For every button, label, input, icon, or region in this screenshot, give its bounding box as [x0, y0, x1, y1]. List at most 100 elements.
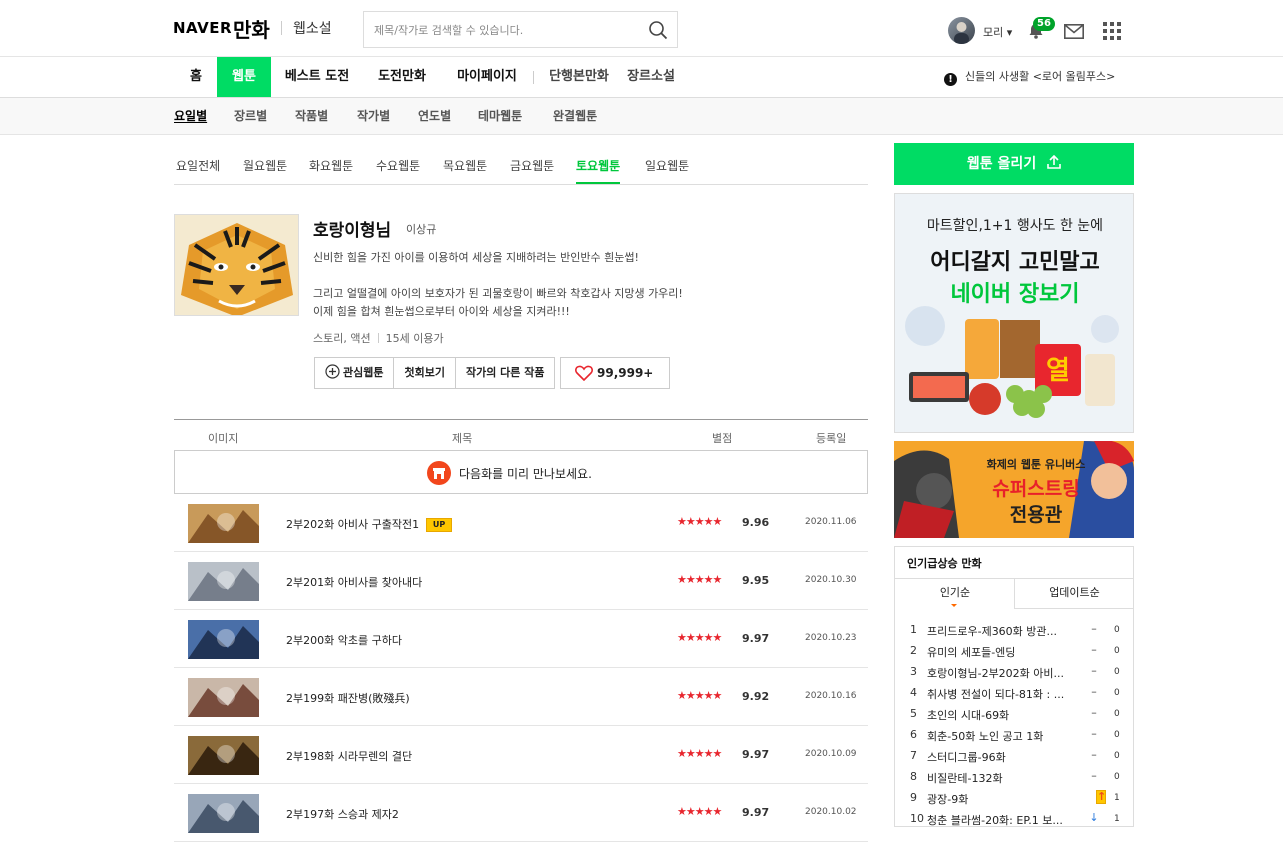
trending-item[interactable]: 7 스터디그룹-96화 – 0 [895, 746, 1133, 767]
rank-number: 9 [910, 791, 917, 804]
first-episode-button[interactable]: 첫회보기 [394, 358, 456, 388]
webnovel-link[interactable]: 웹소설 [293, 18, 332, 38]
episode-thumbnail[interactable] [188, 794, 259, 833]
rank-title[interactable]: 광장-9화 [927, 791, 1079, 807]
rank-change-count: 0 [1114, 772, 1120, 782]
trending-item[interactable]: 2 유미의 세포들-엔딩 – 0 [895, 641, 1133, 662]
rank-change-count: 0 [1114, 625, 1120, 635]
search-box [363, 11, 678, 48]
notice-banner[interactable]: ! 신들의 사생활 <로어 올림푸스> [944, 69, 1115, 86]
subnav-by-author[interactable]: 작가별 [357, 98, 390, 134]
trending-item[interactable]: 8 비질란테-132화 – 0 [895, 767, 1133, 788]
nav-mypage[interactable]: 마이페이지 [452, 57, 522, 97]
episode-title-link[interactable]: 2부202화 아비사 구출작전1 UP [286, 516, 453, 532]
tab-saturday[interactable]: 토요웹툰 [576, 157, 621, 184]
episode-title-link[interactable]: 2부198화 시라무렌의 결단 [286, 748, 412, 764]
trending-item[interactable]: 6 회춘-50화 노인 공고 1화 – 0 [895, 725, 1133, 746]
nav-divider [533, 71, 534, 84]
subnav-by-work[interactable]: 작품별 [295, 98, 328, 134]
tab-all-days[interactable]: 요일전체 [176, 157, 220, 174]
manhwa-logo[interactable]: 만화 [233, 14, 270, 43]
trending-item[interactable]: 3 호랑이형님-2부202화 아비... – 0 [895, 662, 1133, 683]
subnav-completed[interactable]: 완결웹툰 [553, 98, 597, 134]
rank-title[interactable]: 프리드로우-제360화 방관... [927, 623, 1079, 639]
tab-update[interactable]: 업데이트순 [1014, 579, 1133, 609]
episode-thumbnail[interactable] [188, 736, 259, 775]
episode-thumbnail[interactable] [188, 678, 259, 717]
subnav-theme[interactable]: 테마웹툰 [478, 98, 522, 134]
nav-challenge[interactable]: 도전만화 [372, 57, 432, 97]
favorite-button[interactable]: 관심웹툰 [315, 358, 395, 388]
episode-title-link[interactable]: 2부201화 아비사를 찾아내다 [286, 574, 422, 590]
mail-icon[interactable] [1064, 24, 1084, 39]
rank-number: 6 [910, 728, 917, 741]
tab-popular-label: 인기순 [939, 586, 971, 599]
rank-title[interactable]: 비질란테-132화 [927, 770, 1079, 786]
top-header: NAVER 만화 웹소설 모리 ▾ 56 [0, 0, 1283, 57]
rank-title[interactable]: 초인의 시대-69화 [927, 707, 1079, 723]
episode-row[interactable]: 2부197화 스승과 제자2 ★★★★★ 9.97 2020.10.02 [174, 784, 868, 842]
author-other-works-button[interactable]: 작가의 다른 작품 [456, 358, 555, 388]
sub-nav: 요일별 장르별 작품별 작가별 연도별 테마웹툰 완결웹툰 [0, 98, 1283, 135]
star-rating: ★★★★★ [677, 631, 722, 644]
comic-author[interactable]: 이상규 [406, 221, 436, 237]
rank-change-count: 0 [1114, 667, 1120, 677]
nav-best-challenge[interactable]: 베스트 도전 [280, 57, 354, 97]
upload-webtoon-button[interactable]: 웹툰 올리기 [894, 143, 1134, 185]
avatar[interactable] [948, 17, 975, 44]
nav-home[interactable]: 홈 [180, 57, 212, 97]
subnav-by-genre[interactable]: 장르별 [234, 98, 267, 134]
tab-tuesday[interactable]: 화요웹툰 [309, 157, 353, 174]
rank-number: 4 [910, 686, 917, 699]
subnav-by-year[interactable]: 연도별 [418, 98, 451, 134]
ad-naver-shopping[interactable]: 열 마트할인,1+1 행사도 한 눈에 어디갈지 고민말고 네이버 장보기 [894, 193, 1134, 433]
comic-thumbnail[interactable] [174, 214, 299, 316]
episode-row[interactable]: 2부200화 악초를 구하다 ★★★★★ 9.97 2020.10.23 [174, 610, 868, 668]
nav-books[interactable]: 단행본만화 [545, 57, 613, 97]
trending-item[interactable]: 4 취사병 전설이 되다-81화 : ... – 0 [895, 683, 1133, 704]
search-input[interactable] [374, 21, 634, 39]
episode-thumbnail[interactable] [188, 620, 259, 659]
episode-title-link[interactable]: 2부197화 스승과 제자2 [286, 806, 399, 822]
episode-row[interactable]: 2부198화 시라무렌의 결단 ★★★★★ 9.97 2020.10.09 [174, 726, 868, 784]
rank-title[interactable]: 유미의 세포들-엔딩 [927, 644, 1079, 660]
ad1-line1: 마트할인,1+1 행사도 한 눈에 [926, 218, 1104, 234]
rank-title[interactable]: 회춘-50화 노인 공고 1화 [927, 728, 1079, 744]
trending-item[interactable]: 10 청춘 블라썸-20화: EP.1 보... ↓ 1 [895, 809, 1133, 826]
tab-monday[interactable]: 월요웹툰 [243, 157, 287, 174]
nav-webtoon[interactable]: 웹툰 [217, 57, 271, 97]
preview-text: 다음화를 미리 만나보세요. [459, 467, 592, 481]
trending-item[interactable]: 1 프리드로우-제360화 방관... – 0 [895, 620, 1133, 641]
store-icon [427, 461, 451, 485]
search-icon[interactable] [648, 20, 668, 40]
tab-thursday[interactable]: 목요웹툰 [443, 157, 487, 174]
tab-popular[interactable]: 인기순 [895, 579, 1015, 609]
trending-item[interactable]: 9 광장-9화 ↑ 1 [895, 788, 1133, 809]
naver-logo[interactable]: NAVER [173, 19, 232, 37]
episode-title: 2부202화 아비사 구출작전1 [286, 518, 420, 531]
episode-row[interactable]: 2부201화 아비사를 찾아내다 ★★★★★ 9.95 2020.10.30 [174, 552, 868, 610]
tab-sunday[interactable]: 일요웹툰 [645, 157, 689, 174]
apps-grid-icon[interactable] [1103, 22, 1121, 40]
episode-row[interactable]: 2부199화 패잔병(敗殘兵) ★★★★★ 9.92 2020.10.16 [174, 668, 868, 726]
tab-wednesday[interactable]: 수요웹툰 [376, 157, 420, 174]
episode-row[interactable]: 2부202화 아비사 구출작전1 UP ★★★★★ 9.96 2020.11.06 [174, 494, 868, 552]
episode-title-link[interactable]: 2부200화 악초를 구하다 [286, 632, 402, 648]
trending-item[interactable]: 5 초인의 시대-69화 – 0 [895, 704, 1133, 725]
rank-title[interactable]: 스터디그룹-96화 [927, 749, 1079, 765]
col-rating: 별점 [712, 432, 733, 445]
episode-thumbnail[interactable] [188, 562, 259, 601]
rank-title[interactable]: 청춘 블라썸-20화: EP.1 보... [927, 812, 1079, 826]
episode-date: 2020.10.30 [805, 575, 857, 585]
tab-friday[interactable]: 금요웹툰 [510, 157, 554, 174]
subnav-by-day[interactable]: 요일별 [174, 98, 207, 134]
preview-next-episode-banner[interactable]: 다음화를 미리 만나보세요. [174, 450, 868, 494]
nav-genre-novel[interactable]: 장르소설 [624, 57, 678, 97]
rank-title[interactable]: 호랑이형님-2부202화 아비... [927, 665, 1079, 681]
episode-title-link[interactable]: 2부199화 패잔병(敗殘兵) [286, 690, 410, 706]
ad-superstring[interactable]: 화제의 웹툰 유니버스 슈퍼스트링 전용관 [894, 441, 1134, 538]
like-button[interactable]: 99,999+ [560, 357, 670, 389]
episode-thumbnail[interactable] [188, 504, 259, 543]
username-menu[interactable]: 모리 ▾ [983, 24, 1012, 40]
rank-title[interactable]: 취사병 전설이 되다-81화 : ... [927, 686, 1079, 702]
